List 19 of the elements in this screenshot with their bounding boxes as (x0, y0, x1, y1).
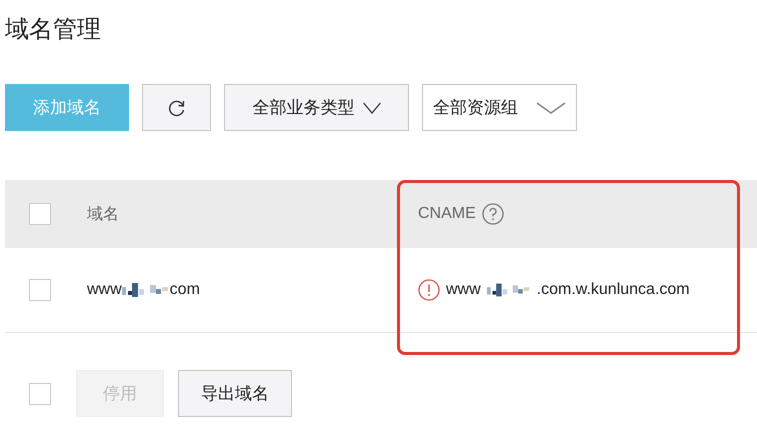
checkbox[interactable] (29, 203, 51, 225)
page-title: 域名管理 (4, 15, 102, 45)
cname-text: .com.w.kunlunca.com (536, 281, 690, 299)
cname-text: www (446, 281, 481, 299)
chevron-down-icon (362, 102, 380, 114)
export-button[interactable]: 导出域名 (178, 370, 292, 417)
redaction-mark (122, 281, 170, 299)
domain-text: com (170, 281, 200, 299)
column-header: CNAME (418, 205, 476, 223)
chevron-down-icon (536, 102, 566, 114)
redaction-mark (486, 281, 531, 299)
help-icon[interactable] (482, 203, 504, 225)
checkbox[interactable] (29, 279, 51, 301)
checkbox[interactable] (29, 382, 51, 404)
filter-dropdown[interactable]: 全部资源组 (422, 84, 577, 131)
column-header: 域名 (87, 204, 119, 224)
domain-text: www (87, 281, 122, 299)
filter-dropdown[interactable]: 全部业务类型 (224, 84, 409, 131)
refresh-button[interactable] (142, 84, 211, 131)
